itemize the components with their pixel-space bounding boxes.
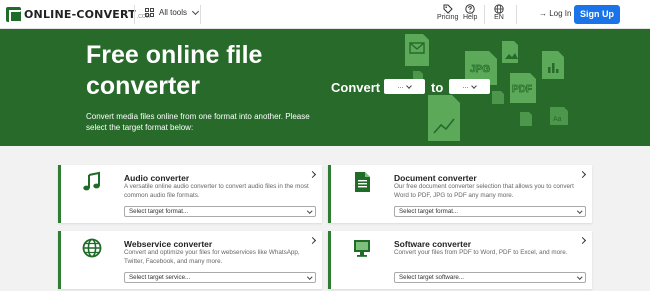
top-navigation-bar: ONLINE-CONVERT .COM All tools Pricing He…: [0, 0, 650, 29]
globe-icon: [82, 238, 102, 258]
jpg-badge-text: JPG: [470, 64, 490, 75]
target-format-select[interactable]: ...: [449, 79, 490, 94]
all-tools-label: All tools: [159, 8, 188, 17]
grid-icon: [145, 8, 154, 17]
chevron-down-icon: [406, 82, 413, 89]
chevron-right-icon[interactable]: [308, 170, 317, 179]
card-title: Document converter: [394, 173, 477, 183]
convert-label: Convert: [331, 80, 381, 95]
pricing-link[interactable]: Pricing: [437, 4, 458, 21]
chevron-down-icon: [191, 7, 200, 15]
source-format-select[interactable]: ...: [384, 79, 425, 94]
globe-icon: [494, 4, 504, 14]
divider: [484, 5, 485, 24]
document-converter-card[interactable]: Document converter Our free document con…: [328, 165, 592, 223]
hero-banner: JPG PDF Aa Free online file converter Co…: [0, 29, 650, 146]
login-label: Log In: [549, 9, 572, 18]
font-badge-text: Aa: [553, 116, 562, 123]
logo-icon: [6, 7, 22, 23]
help-label: Help: [463, 14, 478, 21]
divider: [516, 5, 517, 24]
tag-icon: [437, 4, 458, 14]
target-format-value: ...: [462, 83, 469, 90]
chevron-down-icon: [306, 274, 312, 280]
chevron-down-icon: [471, 82, 478, 89]
question-icon: [463, 4, 477, 14]
chevron-right-icon[interactable]: [308, 236, 317, 245]
all-tools-menu[interactable]: All tools: [145, 7, 200, 17]
chevron-down-icon: [576, 208, 582, 214]
card-title: Webservice converter: [124, 239, 213, 249]
audio-format-select[interactable]: Select target format...: [124, 206, 316, 217]
select-value: Select target service...: [129, 274, 191, 281]
card-description: Convert your files from PDF to Word, PDF…: [394, 249, 568, 256]
document-icon: [355, 172, 370, 192]
card-description: A versatile online audio converter to co…: [124, 183, 309, 199]
chevron-down-icon: [576, 274, 582, 280]
divider: [134, 5, 135, 24]
login-icon: →: [539, 9, 547, 18]
music-note-icon: [83, 171, 100, 191]
logo-text: ONLINE-CONVERT: [24, 8, 136, 21]
source-format-value: ...: [397, 83, 404, 90]
login-link[interactable]: → Log In: [539, 9, 571, 18]
language-selector[interactable]: EN: [494, 4, 504, 21]
help-link[interactable]: Help: [463, 4, 477, 21]
card-description: Convert and optimize your files for webs…: [124, 249, 300, 265]
hero-description: Convert media files online from one form…: [86, 112, 310, 132]
chevron-right-icon[interactable]: [578, 236, 587, 245]
webservice-converter-card[interactable]: Webservice converter Convert and optimiz…: [58, 231, 322, 289]
signup-button[interactable]: Sign Up: [574, 5, 620, 24]
software-converter-card[interactable]: Software converter Convert your files fr…: [328, 231, 592, 289]
document-format-select[interactable]: Select target format...: [394, 206, 586, 217]
card-title: Software converter: [394, 239, 471, 249]
select-value: Select target format...: [399, 208, 459, 215]
select-value: Select target software...: [399, 274, 464, 281]
select-value: Select target format...: [129, 208, 189, 215]
language-label: EN: [494, 14, 504, 21]
hero-title-line: converter: [86, 72, 200, 100]
software-select[interactable]: Select target software...: [394, 272, 586, 283]
hero-title-line: Free online file: [86, 41, 263, 69]
card-title: Audio converter: [124, 173, 190, 183]
divider: [200, 5, 201, 24]
webservice-select[interactable]: Select target service...: [124, 272, 316, 283]
card-description: Our free document converter selection th…: [394, 183, 574, 199]
pricing-label: Pricing: [437, 14, 459, 21]
monitor-icon: [354, 240, 370, 257]
pdf-badge-text: PDF: [512, 84, 532, 95]
site-logo[interactable]: ONLINE-CONVERT .COM: [6, 6, 150, 23]
chevron-right-icon[interactable]: [578, 170, 587, 179]
audio-converter-card[interactable]: Audio converter A versatile online audio…: [58, 165, 322, 223]
to-label: to: [431, 80, 444, 95]
chevron-down-icon: [306, 208, 312, 214]
hero-title: Free online file converter: [86, 40, 336, 102]
